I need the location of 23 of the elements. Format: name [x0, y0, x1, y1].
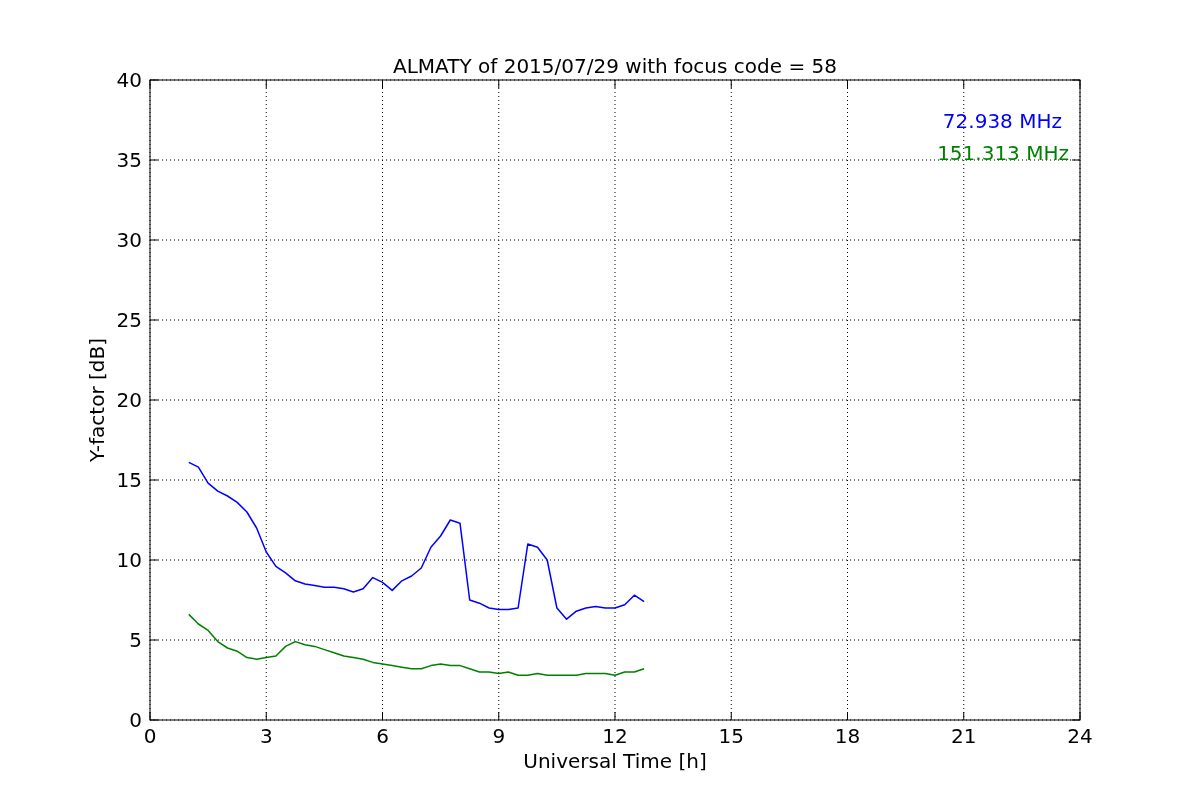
legend-label: 151.313 MHz — [937, 141, 1069, 165]
chart-title: ALMATY of 2015/07/29 with focus code = 58 — [393, 54, 837, 78]
x-tick-label: 15 — [718, 724, 744, 748]
y-tick-label: 0 — [129, 708, 142, 732]
y-tick-label: 20 — [116, 388, 142, 412]
y-tick-label: 15 — [116, 468, 142, 492]
x-tick-label: 6 — [376, 724, 389, 748]
y-tick-label: 30 — [116, 228, 142, 252]
y-tick-label: 35 — [116, 148, 142, 172]
x-tick-label: 12 — [602, 724, 628, 748]
x-tick-label: 18 — [834, 724, 861, 748]
x-tick-label: 3 — [259, 724, 273, 748]
x-tick-label: 0 — [143, 724, 157, 748]
y-tick-label: 25 — [116, 308, 142, 332]
x-tick-label: 21 — [951, 724, 977, 748]
legend-label: 72.938 MHz — [942, 109, 1062, 133]
y-tick-label: 40 — [116, 68, 142, 92]
y-tick-label: 10 — [116, 548, 142, 572]
x-axis-label: Universal Time [h] — [523, 749, 707, 773]
x-tick-label: 24 — [1067, 724, 1093, 748]
y-axis-label: Y-factor [dB] — [85, 338, 109, 462]
y-tick-label: 5 — [129, 628, 142, 652]
x-tick-label: 9 — [492, 724, 506, 748]
